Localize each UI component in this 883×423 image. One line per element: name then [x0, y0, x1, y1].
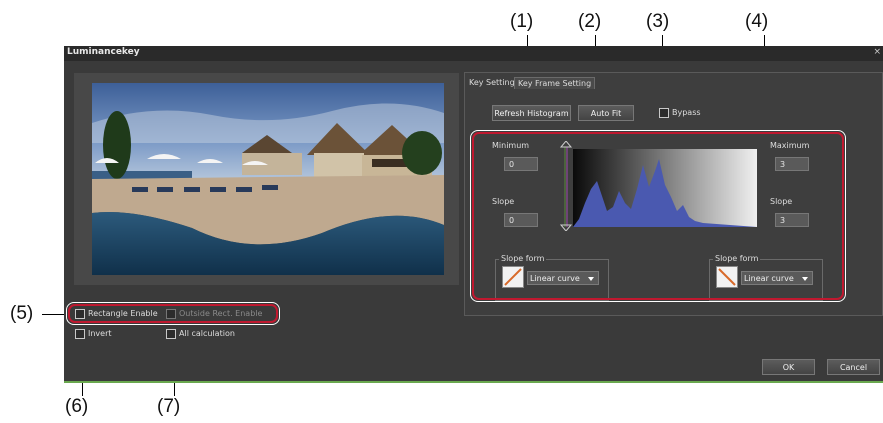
all-calculation-label: All calculation	[179, 329, 235, 338]
bypass-label: Bypass	[672, 108, 701, 117]
preview-image	[92, 83, 444, 275]
callout-1: (1)	[510, 11, 534, 32]
tab-key-setting[interactable]: Key Setting	[466, 77, 518, 88]
invert-label: Invert	[88, 329, 112, 338]
callout-5: (5)	[10, 303, 34, 324]
tab-key-frame-setting[interactable]: Key Frame Setting	[514, 77, 596, 89]
callout-3: (3)	[646, 11, 670, 32]
highlight-4	[472, 132, 844, 300]
dialog-title: Luminancekey	[67, 47, 140, 57]
refresh-histogram-button[interactable]: Refresh Histogram	[492, 105, 571, 121]
bottom-accent	[64, 381, 883, 383]
callout-2: (2)	[578, 11, 602, 32]
cancel-button[interactable]: Cancel	[827, 359, 880, 375]
bypass-checkbox[interactable]	[659, 108, 669, 118]
callout-7: (7)	[157, 396, 181, 417]
ok-button[interactable]: OK	[762, 359, 815, 375]
close-icon[interactable]: ×	[873, 47, 881, 57]
all-calculation-checkbox[interactable]	[166, 329, 176, 339]
auto-fit-button[interactable]: Auto Fit	[578, 105, 634, 121]
preview-frame	[74, 73, 459, 285]
callout-4: (4)	[745, 11, 769, 32]
highlight-5	[68, 304, 278, 323]
invert-checkbox[interactable]	[75, 329, 85, 339]
callout-6: (6)	[65, 396, 89, 417]
title-bar: Luminancekey ×	[64, 46, 883, 61]
